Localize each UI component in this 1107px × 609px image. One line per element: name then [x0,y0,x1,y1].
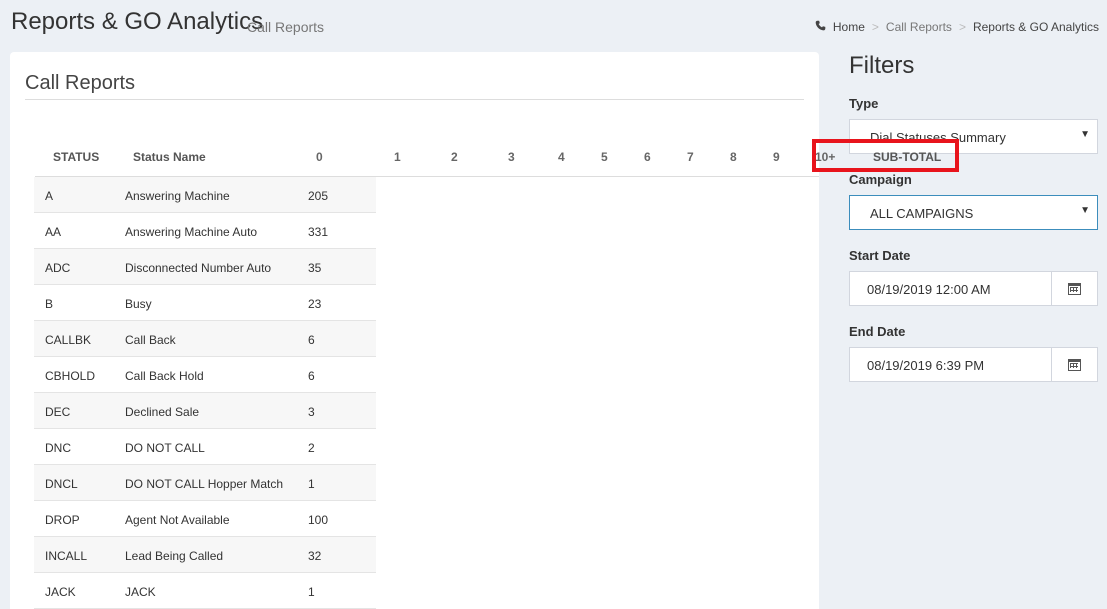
table-row: CBHOLD Call Back Hold 6 [34,357,376,393]
table-row: A Answering Machine 205 [34,177,376,213]
table-row: CALLBK Call Back 6 [34,321,376,357]
campaign-select[interactable]: ALL CAMPAIGNS ▼ [849,195,1098,230]
table-row: DEC Declined Sale 3 [34,393,376,429]
count-0: 23 [308,297,322,311]
table-row: DNC DO NOT CALL 2 [34,429,376,465]
status-code: DNC [45,441,71,455]
start-date-label: Start Date [849,248,911,263]
status-name: Lead Being Called [125,549,224,563]
status-name: Agent Not Available [125,513,230,527]
status-code: INCALL [45,549,88,563]
status-name: Declined Sale [125,405,200,419]
column-header-8[interactable]: 8 [730,150,737,164]
breadcrumb-call-reports-link[interactable]: Call Reports [886,20,952,34]
status-code: CALLBK [45,333,92,347]
page-title: Reports & GO Analytics [11,8,264,35]
status-name: Busy [125,297,152,311]
status-name: Answering Machine [125,189,230,203]
table-row: DNCL DO NOT CALL Hopper Match 1 [34,465,376,501]
table-row: ADC Disconnected Number Auto 35 [34,249,376,285]
type-label: Type [849,96,879,111]
status-code: ADC [45,261,71,275]
end-date-value[interactable]: 08/19/2019 6:39 PM [867,358,984,373]
end-date-field[interactable]: 08/19/2019 6:39 PM [849,347,1098,382]
column-header-6[interactable]: 6 [644,150,651,164]
column-header-status-name[interactable]: Status Name [133,150,206,164]
call-reports-panel: Call Reports STATUS Status Name 0 1 2 3 … [10,52,835,609]
count-0: 6 [308,333,315,347]
end-date-picker-button[interactable] [1051,348,1097,381]
status-name: DO NOT CALL [125,441,205,455]
column-header-1[interactable]: 1 [394,150,401,164]
status-code: DEC [45,405,71,419]
status-code: CBHOLD [45,369,96,383]
page-subtitle: Call Reports [247,19,325,35]
count-0: 1 [308,477,315,491]
calendar-icon [1068,358,1081,371]
status-code: DNCL [45,477,78,491]
count-0: 2 [308,441,315,455]
breadcrumb: Home > Call Reports > Reports & GO Analy… [815,20,1099,34]
campaign-label: Campaign [849,172,912,187]
table-row: DROP Agent Not Available 100 [34,501,376,537]
calendar-icon [1068,282,1081,295]
status-name: Disconnected Number Auto [125,261,272,275]
report-table-body: A Answering Machine 205 AA Answering Machin… [34,177,376,609]
breadcrumb-separator: > [871,20,879,34]
start-date-value[interactable]: 08/19/2019 12:00 AM [867,282,991,297]
highlight-annotation-box [812,139,959,172]
count-0: 35 [308,261,322,275]
campaign-select-value: ALL CAMPAIGNS [870,206,974,221]
column-header-0[interactable]: 0 [316,150,323,164]
status-name: Call Back Hold [125,369,204,383]
status-code: DROP [45,513,80,527]
end-date-label: End Date [849,324,906,339]
table-row: AA Answering Machine Auto 331 [34,213,376,249]
status-code: AA [45,225,62,239]
column-header-3[interactable]: 3 [508,150,515,164]
phone-icon [815,20,827,34]
status-code: JACK [45,585,76,599]
column-header-9[interactable]: 9 [773,150,780,164]
status-code: A [45,189,54,203]
filters-title: Filters [849,52,915,79]
table-row: INCALL Lead Being Called 32 [34,537,376,573]
panel-title: Call Reports [25,72,136,94]
column-header-7[interactable]: 7 [687,150,694,164]
status-name: JACK [125,585,156,599]
table-row: B Busy 23 [34,285,376,321]
count-0: 1 [308,585,315,599]
column-header-2[interactable]: 2 [451,150,458,164]
breadcrumb-home-link[interactable]: Home [833,20,865,34]
panel-divider [25,99,804,100]
count-0: 205 [308,189,329,203]
breadcrumb-current: Reports & GO Analytics [972,20,1099,34]
column-header-status[interactable]: STATUS [53,150,99,164]
count-0: 331 [308,225,329,239]
status-name: DO NOT CALL Hopper Match [125,477,284,491]
start-date-field[interactable]: 08/19/2019 12:00 AM [849,271,1098,306]
status-name: Answering Machine Auto [125,225,258,239]
count-0: 32 [308,549,322,563]
status-name: Call Back [125,333,176,347]
chevron-down-icon: ▼ [1080,205,1090,216]
count-0: 3 [308,405,315,419]
start-date-picker-button[interactable] [1051,272,1097,305]
table-row: JACK JACK 1 [34,573,376,609]
column-header-4[interactable]: 4 [558,150,565,164]
chevron-down-icon: ▼ [1080,129,1090,140]
count-0: 100 [308,513,329,527]
status-code: B [45,297,54,311]
count-0: 6 [308,369,315,383]
breadcrumb-separator: > [958,20,966,34]
column-header-5[interactable]: 5 [601,150,608,164]
